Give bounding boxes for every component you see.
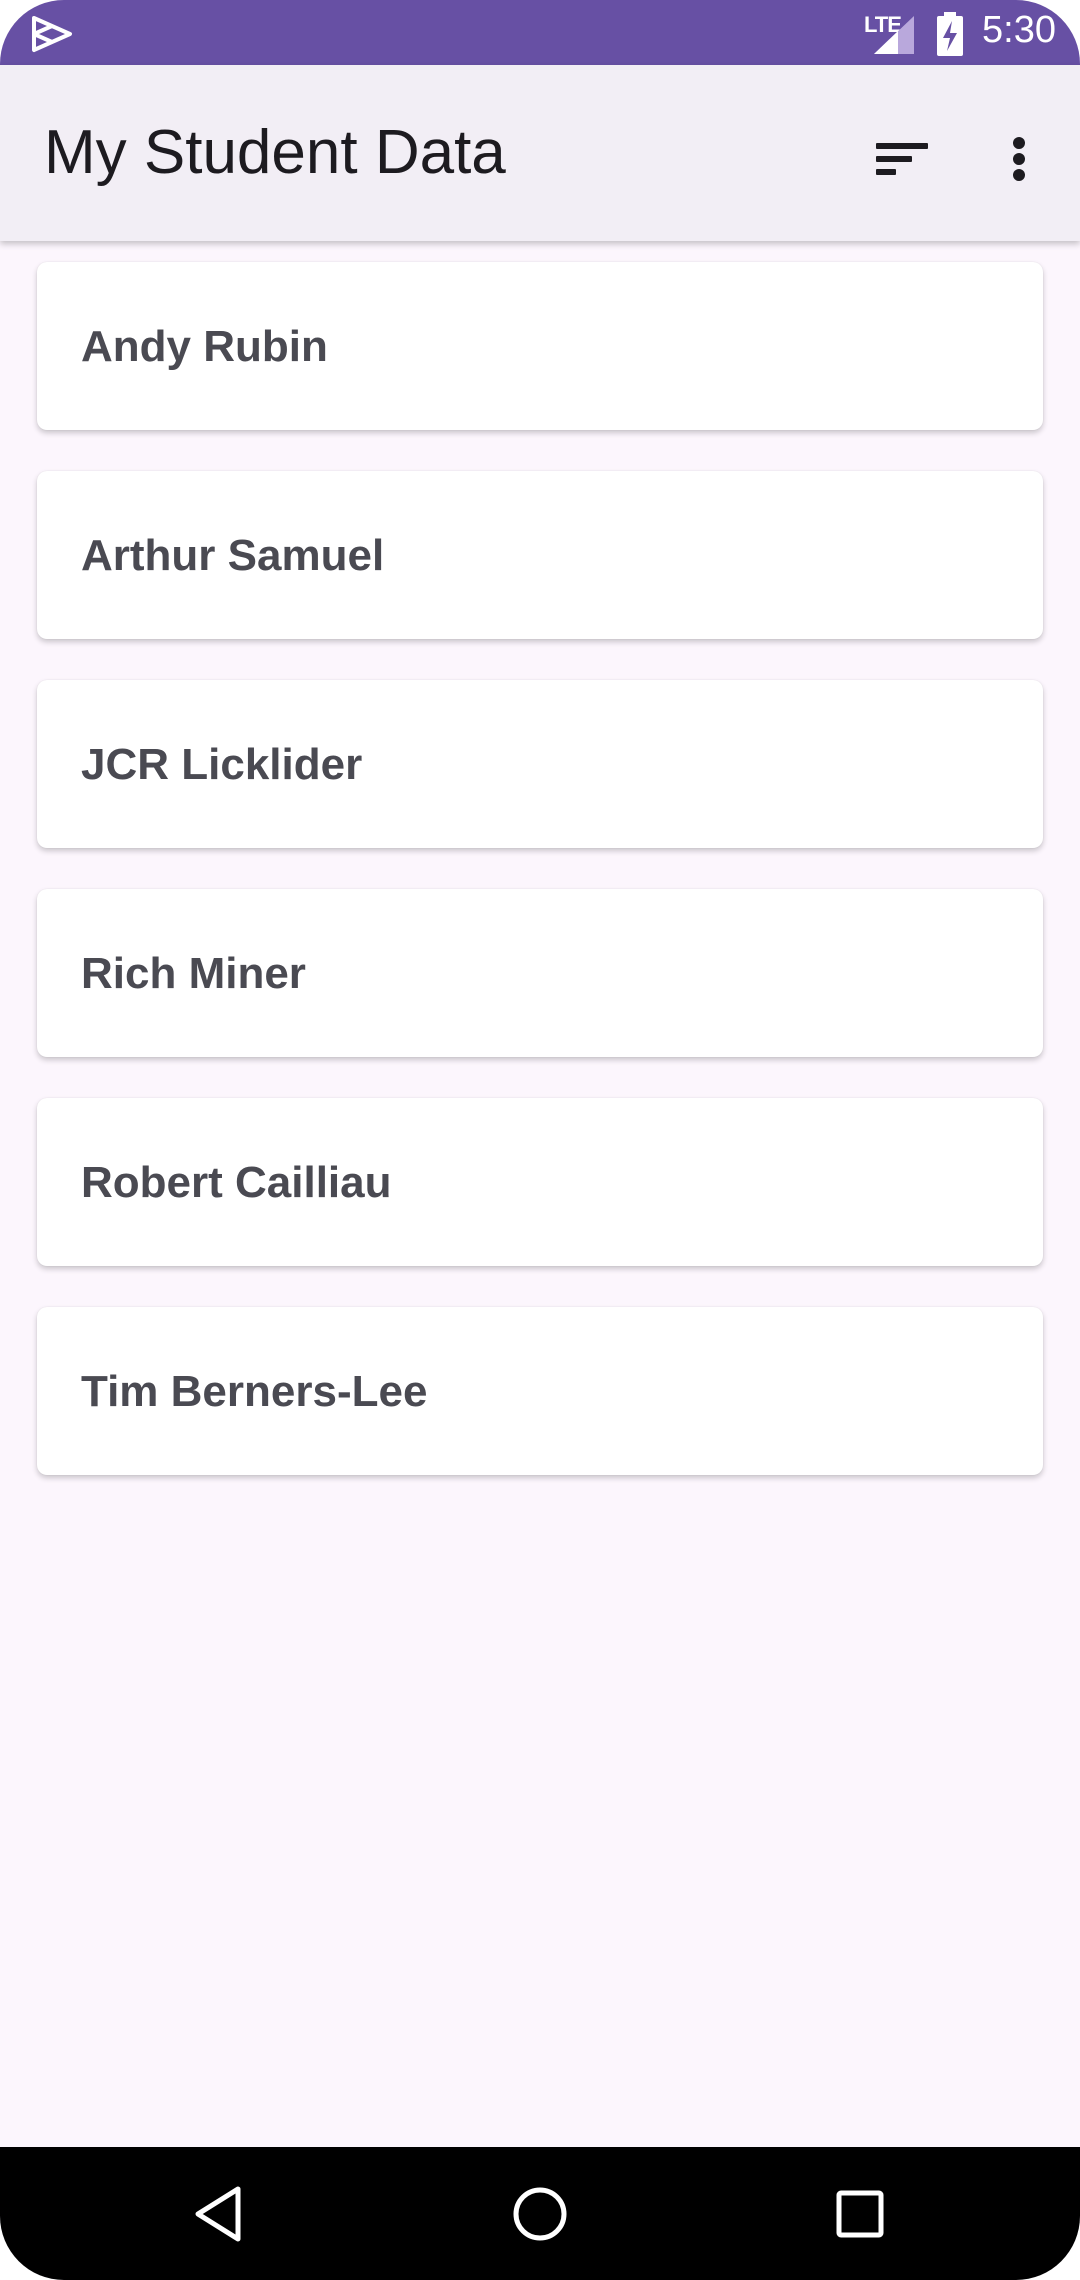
signal-icon — [874, 16, 914, 54]
student-card[interactable]: Andy Rubin — [37, 262, 1043, 430]
play-protect-icon — [32, 16, 72, 52]
overflow-menu-button[interactable] — [982, 123, 1042, 195]
student-name: JCR Licklider — [81, 740, 363, 789]
recents-square-icon — [836, 2190, 884, 2238]
phone-screen: LTE 5:30 My Student Data Andy Rubin Arth… — [0, 0, 1080, 2280]
more-vert-icon — [1013, 137, 1025, 181]
student-name: Robert Cailliau — [81, 1158, 392, 1207]
status-bar: LTE 5:30 — [0, 0, 1080, 65]
student-card[interactable]: JCR Licklider — [37, 680, 1043, 848]
status-time: 5:30 — [982, 9, 1056, 51]
student-card[interactable]: Rich Miner — [37, 889, 1043, 1057]
home-button[interactable] — [505, 2179, 575, 2249]
recents-button[interactable] — [825, 2179, 895, 2249]
navigation-bar — [0, 2147, 1080, 2280]
student-name: Tim Berners-Lee — [81, 1367, 428, 1416]
page-title: My Student Data — [44, 118, 506, 187]
student-name: Andy Rubin — [81, 322, 328, 371]
sort-icon — [876, 143, 928, 175]
student-card[interactable]: Robert Cailliau — [37, 1098, 1043, 1266]
home-circle-icon — [513, 2187, 567, 2241]
back-triangle-icon — [195, 2186, 241, 2242]
student-name: Arthur Samuel — [81, 531, 385, 580]
app-bar: My Student Data — [0, 65, 1080, 241]
sort-button[interactable] — [866, 123, 938, 195]
back-button[interactable] — [186, 2179, 256, 2249]
student-name: Rich Miner — [81, 949, 306, 998]
battery-charging-icon — [937, 12, 963, 56]
student-card[interactable]: Tim Berners-Lee — [37, 1307, 1043, 1475]
student-card[interactable]: Arthur Samuel — [37, 471, 1043, 639]
